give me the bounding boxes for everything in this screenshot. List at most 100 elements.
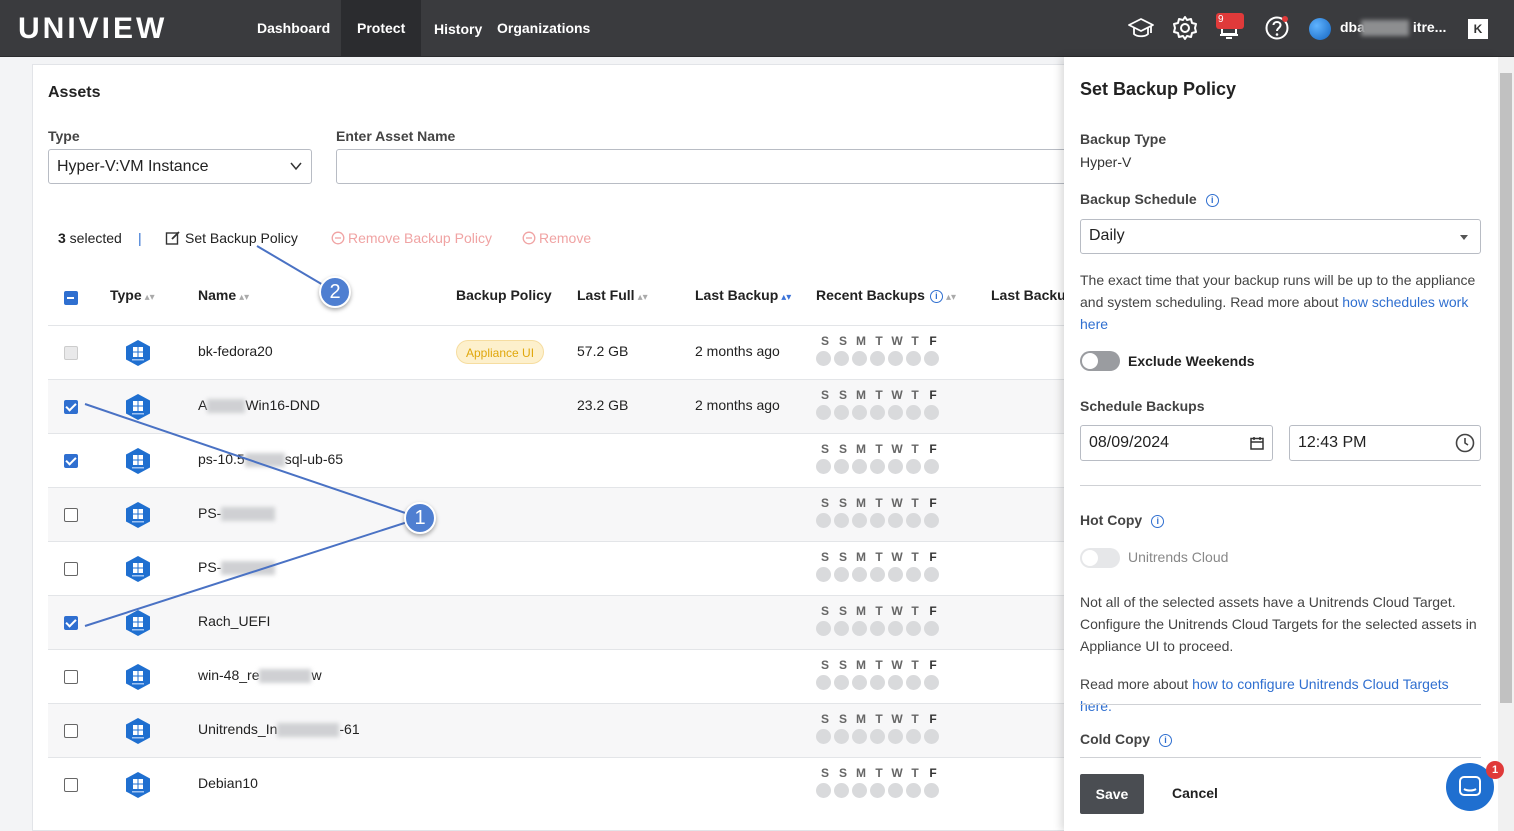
backup-status-dot[interactable] bbox=[816, 351, 831, 366]
info-icon[interactable]: i bbox=[1151, 514, 1165, 528]
uniview-logo[interactable]: UNIVIEW bbox=[18, 12, 167, 46]
help-icon[interactable] bbox=[1263, 14, 1291, 42]
row-checkbox[interactable] bbox=[64, 508, 78, 522]
backup-status-dot[interactable] bbox=[906, 567, 921, 582]
header-type[interactable]: Type ▴▾ bbox=[110, 287, 155, 303]
exclude-weekends-toggle[interactable] bbox=[1080, 351, 1120, 371]
backup-status-dot[interactable] bbox=[816, 783, 831, 798]
row-checkbox[interactable] bbox=[64, 670, 78, 684]
backup-status-dot[interactable] bbox=[816, 459, 831, 474]
backup-status-dot[interactable] bbox=[852, 513, 867, 528]
info-icon[interactable]: i bbox=[1205, 193, 1219, 207]
asset-name[interactable]: PS- bbox=[198, 505, 276, 522]
backup-status-dot[interactable] bbox=[870, 729, 885, 744]
backup-status-dot[interactable] bbox=[852, 351, 867, 366]
backup-status-dot[interactable] bbox=[906, 351, 921, 366]
backup-status-dot[interactable] bbox=[852, 621, 867, 636]
backup-status-dot[interactable] bbox=[852, 459, 867, 474]
asset-name[interactable]: Rach_UEFI bbox=[198, 613, 270, 629]
backup-policy-badge[interactable]: Appliance UI bbox=[456, 340, 545, 364]
backup-status-dot[interactable] bbox=[816, 567, 831, 582]
panel-scrollbar[interactable] bbox=[1498, 57, 1514, 831]
backup-status-dot[interactable] bbox=[906, 783, 921, 798]
backup-status-dot[interactable] bbox=[834, 729, 849, 744]
backup-status-dot[interactable] bbox=[888, 729, 903, 744]
backup-status-dot[interactable] bbox=[906, 405, 921, 420]
nav-protect[interactable]: Protect bbox=[341, 0, 422, 57]
remove-button[interactable]: Remove bbox=[522, 230, 591, 246]
table-row[interactable]: A Win16-DND 23.2 GB 2 months ago S S M T W T F bbox=[48, 379, 1082, 433]
backup-status-dot[interactable] bbox=[816, 513, 831, 528]
table-row[interactable]: ps-10.5 sql-ub-65 S S M T W T F bbox=[48, 433, 1082, 487]
row-checkbox[interactable] bbox=[64, 454, 78, 468]
backup-status-dot[interactable] bbox=[888, 783, 903, 798]
select-all-checkbox[interactable] bbox=[64, 291, 78, 305]
clock-icon[interactable] bbox=[1455, 433, 1475, 453]
backup-status-dot[interactable] bbox=[870, 567, 885, 582]
backup-status-dot[interactable] bbox=[852, 675, 867, 690]
gear-icon[interactable] bbox=[1171, 14, 1199, 42]
table-row[interactable]: PS- S S M T W T F bbox=[48, 487, 1082, 541]
backup-status-dot[interactable] bbox=[816, 405, 831, 420]
row-checkbox[interactable] bbox=[64, 778, 78, 792]
unitrends-cloud-toggle[interactable] bbox=[1080, 548, 1120, 568]
collapse-panel-icon[interactable]: K bbox=[1468, 19, 1488, 39]
backup-status-dot[interactable] bbox=[870, 513, 885, 528]
backup-status-dot[interactable] bbox=[924, 513, 939, 528]
backup-status-dot[interactable] bbox=[888, 675, 903, 690]
asset-name[interactable]: ps-10.5 sql-ub-65 bbox=[198, 451, 343, 468]
scrollbar-thumb[interactable] bbox=[1500, 73, 1512, 703]
backup-status-dot[interactable] bbox=[834, 459, 849, 474]
row-checkbox[interactable] bbox=[64, 562, 78, 576]
row-checkbox[interactable] bbox=[64, 724, 78, 738]
table-row[interactable]: Debian10 S S M T W T F bbox=[48, 757, 1082, 811]
backup-status-dot[interactable] bbox=[906, 621, 921, 636]
graduation-cap-icon[interactable] bbox=[1127, 14, 1155, 42]
schedule-date-input[interactable]: 08/09/2024 bbox=[1080, 425, 1273, 461]
backup-status-dot[interactable] bbox=[888, 459, 903, 474]
asset-name[interactable]: Debian10 bbox=[198, 775, 258, 791]
asset-name[interactable]: win-48_re w bbox=[198, 667, 322, 684]
backup-status-dot[interactable] bbox=[906, 513, 921, 528]
backup-status-dot[interactable] bbox=[906, 675, 921, 690]
backup-status-dot[interactable] bbox=[924, 729, 939, 744]
backup-status-dot[interactable] bbox=[888, 513, 903, 528]
asset-name-input[interactable] bbox=[336, 149, 1082, 184]
type-select[interactable]: Hyper-V:VM Instance bbox=[48, 149, 312, 184]
backup-status-dot[interactable] bbox=[924, 567, 939, 582]
info-icon[interactable]: i bbox=[929, 289, 943, 303]
backup-status-dot[interactable] bbox=[816, 675, 831, 690]
backup-status-dot[interactable] bbox=[834, 405, 849, 420]
info-icon[interactable]: i bbox=[1159, 733, 1172, 747]
nav-dashboard[interactable]: Dashboard bbox=[241, 0, 346, 57]
backup-status-dot[interactable] bbox=[852, 405, 867, 420]
backup-schedule-select[interactable]: Daily bbox=[1080, 219, 1481, 254]
backup-status-dot[interactable] bbox=[906, 729, 921, 744]
schedule-time-input[interactable]: 12:43 PM bbox=[1289, 425, 1481, 461]
backup-status-dot[interactable] bbox=[924, 351, 939, 366]
asset-name[interactable]: A Win16-DND bbox=[198, 397, 320, 414]
remove-backup-policy-button[interactable]: Remove Backup Policy bbox=[331, 230, 492, 246]
asset-name[interactable]: PS- bbox=[198, 559, 276, 576]
backup-status-dot[interactable] bbox=[870, 405, 885, 420]
nav-organizations[interactable]: Organizations bbox=[481, 0, 606, 57]
row-checkbox[interactable] bbox=[64, 400, 78, 414]
backup-status-dot[interactable] bbox=[870, 783, 885, 798]
backup-status-dot[interactable] bbox=[816, 621, 831, 636]
backup-status-dot[interactable] bbox=[924, 405, 939, 420]
calendar-icon[interactable] bbox=[1250, 436, 1264, 450]
cancel-button[interactable]: Cancel bbox=[1172, 785, 1218, 801]
set-backup-policy-button[interactable]: Set Backup Policy bbox=[165, 230, 298, 246]
backup-status-dot[interactable] bbox=[888, 351, 903, 366]
asset-name[interactable]: bk-fedora20 bbox=[198, 343, 273, 359]
save-button[interactable]: Save bbox=[1080, 774, 1144, 814]
backup-status-dot[interactable] bbox=[924, 621, 939, 636]
table-row[interactable]: PS- S S M T W T F bbox=[48, 541, 1082, 595]
table-row[interactable]: bk-fedora20 Appliance UI 57.2 GB 2 months a… bbox=[48, 325, 1082, 379]
backup-status-dot[interactable] bbox=[852, 729, 867, 744]
header-last-backup[interactable]: Last Backup ▴▾ bbox=[695, 287, 791, 303]
header-recent-backups[interactable]: Recent Backups i ▴▾ bbox=[816, 287, 956, 303]
backup-status-dot[interactable] bbox=[834, 621, 849, 636]
table-row[interactable]: win-48_re w S S M T W T F bbox=[48, 649, 1082, 703]
backup-status-dot[interactable] bbox=[870, 459, 885, 474]
